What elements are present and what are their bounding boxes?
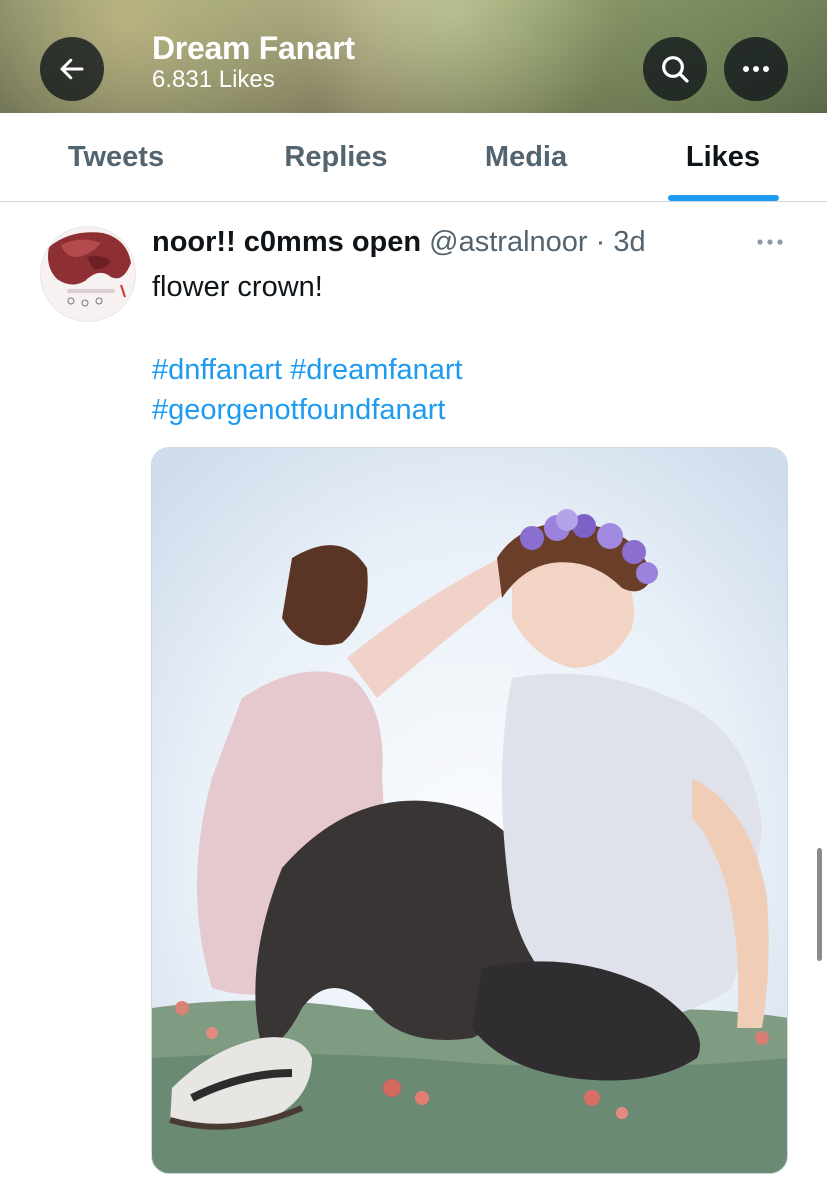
tweet-time[interactable]: 3d xyxy=(613,226,645,258)
search-button[interactable] xyxy=(643,37,707,101)
active-tab-indicator xyxy=(668,195,779,201)
tweet-hashtags: #dnffanart #dreamfanart #georgenotfoundf… xyxy=(152,350,463,430)
avatar-image xyxy=(41,227,135,321)
tweet-header: noor!! c0mms open @astralnoor · 3d xyxy=(152,224,646,260)
tweet-handle[interactable]: @astralnoor xyxy=(429,226,587,258)
search-icon xyxy=(662,56,689,83)
fanart-illustration xyxy=(152,448,787,1173)
scrollbar[interactable] xyxy=(817,848,822,961)
tweet-display-name[interactable]: noor!! c0mms open xyxy=(152,226,421,258)
avatar[interactable] xyxy=(40,226,136,322)
back-button[interactable] xyxy=(40,37,104,101)
tweet-more-button[interactable] xyxy=(750,230,790,254)
tab-likes[interactable]: Likes xyxy=(647,113,799,201)
more-horizontal-icon xyxy=(757,239,783,245)
likes-count: 6.831 Likes xyxy=(152,66,275,93)
profile-tabs: Tweets Replies Media Likes xyxy=(0,113,827,202)
tab-tweets[interactable]: Tweets xyxy=(40,113,192,201)
page-title: Dream Fanart xyxy=(152,30,355,66)
tweet-separator: · xyxy=(595,226,606,258)
tab-media[interactable]: Media xyxy=(450,113,602,201)
tab-replies[interactable]: Replies xyxy=(260,113,412,201)
hashtag-link-line-1[interactable]: #dnffanart #dreamfanart xyxy=(152,350,463,390)
tweet-media-image[interactable] xyxy=(151,447,788,1174)
arrow-left-icon xyxy=(60,58,84,80)
more-options-button[interactable] xyxy=(724,37,788,101)
more-horizontal-icon xyxy=(743,66,769,72)
profile-header: Dream Fanart 6.831 Likes xyxy=(0,0,827,113)
hashtag-link-line-2[interactable]: #georgenotfoundfanart xyxy=(152,390,463,430)
tweet-text: flower crown! xyxy=(152,271,323,303)
